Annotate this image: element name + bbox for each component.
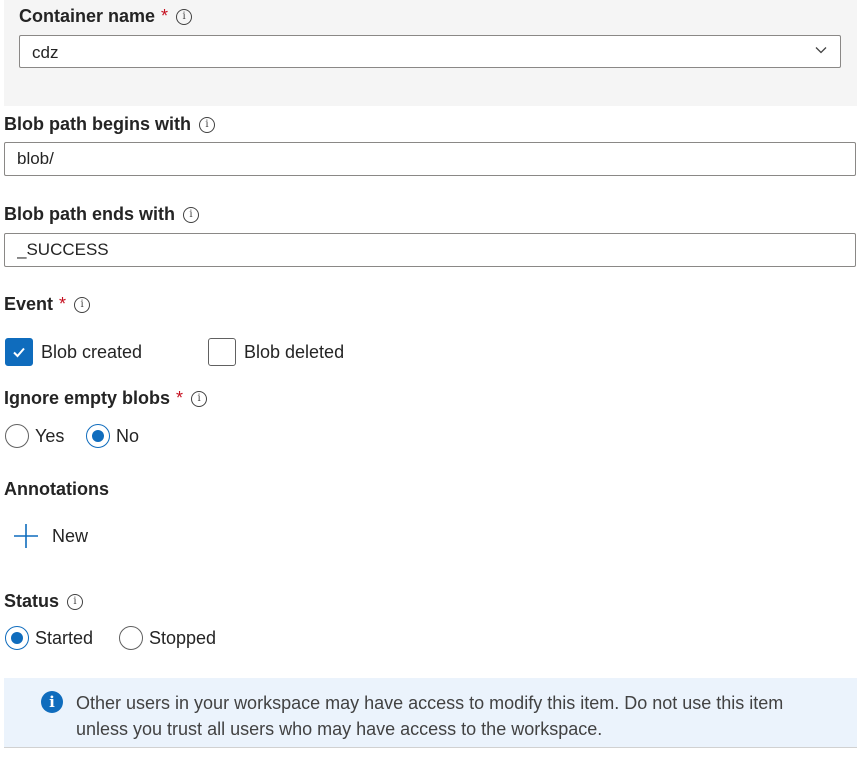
event-label: Event * i xyxy=(4,294,91,315)
status-stopped-label: Stopped xyxy=(149,627,217,648)
ignore-empty-label: Ignore empty blobs * i xyxy=(4,388,208,409)
trigger-form: Container name * i cdz Blob path begins … xyxy=(0,0,864,760)
ignore-empty-no-radio[interactable] xyxy=(86,424,110,448)
blob-ends-label: Blob path ends with i xyxy=(4,204,199,225)
info-icon[interactable]: i xyxy=(191,390,208,407)
info-icon[interactable]: i xyxy=(183,206,199,223)
blob-begins-input[interactable] xyxy=(4,142,856,176)
info-message-text: Other users in your workspace may have a… xyxy=(76,693,784,739)
required-mark: * xyxy=(176,388,184,408)
chevron-down-icon xyxy=(815,47,827,54)
info-icon[interactable]: i xyxy=(176,8,193,25)
status-label-text: Status xyxy=(4,591,60,611)
blob-ends-input[interactable] xyxy=(4,233,856,267)
status-started-label: Started xyxy=(35,627,94,648)
info-icon[interactable]: i xyxy=(199,116,215,133)
blob-deleted-checkbox-row[interactable]: Blob deleted xyxy=(208,338,344,366)
blob-ends-label-text: Blob path ends with xyxy=(4,204,175,224)
container-name-label: Container name * i xyxy=(19,6,193,27)
required-mark: * xyxy=(59,294,67,314)
event-label-text: Event xyxy=(4,294,54,314)
status-label: Status i xyxy=(4,591,84,612)
ignore-empty-no-label: No xyxy=(116,425,140,446)
ignore-empty-yes-option[interactable]: Yes xyxy=(5,424,64,448)
status-stopped-radio[interactable] xyxy=(119,626,143,650)
blob-begins-label-text: Blob path begins with xyxy=(4,114,191,134)
ignore-empty-label-text: Ignore empty blobs xyxy=(4,388,171,408)
blob-deleted-checkbox[interactable] xyxy=(208,338,236,366)
info-message-bar: i Other users in your workspace may have… xyxy=(4,678,857,748)
blob-created-label: Blob created xyxy=(41,341,143,362)
checkmark-icon xyxy=(13,347,25,358)
ignore-empty-yes-label: Yes xyxy=(35,425,65,446)
info-icon[interactable]: i xyxy=(67,593,84,610)
blob-created-checkbox[interactable] xyxy=(5,338,33,366)
blob-deleted-label: Blob deleted xyxy=(244,341,345,362)
info-icon[interactable]: i xyxy=(74,296,91,313)
ignore-empty-yes-radio[interactable] xyxy=(5,424,29,448)
info-filled-icon: i xyxy=(41,691,63,713)
container-name-label-text: Container name xyxy=(19,6,156,26)
required-mark: * xyxy=(161,6,169,26)
status-stopped-option[interactable]: Stopped xyxy=(119,626,216,650)
annotations-label: Annotations xyxy=(4,479,109,500)
ignore-empty-no-option[interactable]: No xyxy=(86,424,139,448)
status-started-option[interactable]: Started xyxy=(5,626,93,650)
status-started-radio[interactable] xyxy=(5,626,29,650)
blob-begins-label: Blob path begins with i xyxy=(4,114,215,135)
container-name-dropdown[interactable]: cdz xyxy=(19,35,841,68)
new-annotation-button[interactable]: New xyxy=(13,523,88,549)
new-annotation-label: New xyxy=(52,525,89,546)
blob-created-checkbox-row[interactable]: Blob created xyxy=(5,338,142,366)
plus-icon xyxy=(14,524,38,548)
annotations-label-text: Annotations xyxy=(4,479,109,499)
container-name-value: cdz xyxy=(32,43,59,62)
